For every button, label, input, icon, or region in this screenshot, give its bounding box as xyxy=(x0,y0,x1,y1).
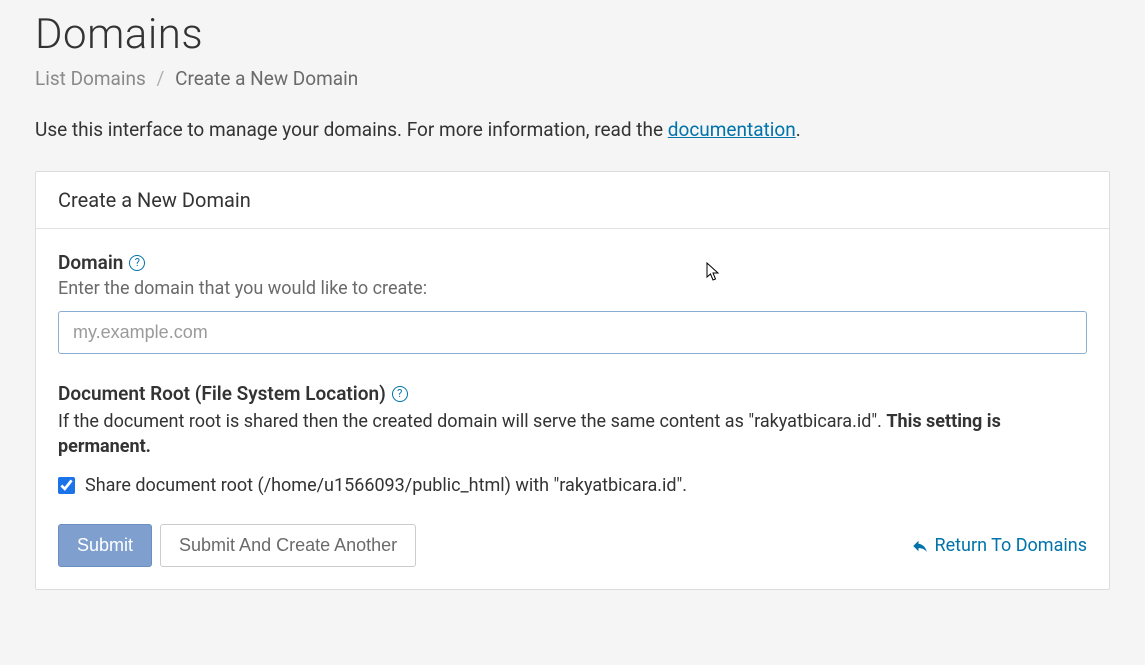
return-link-text: Return To Domains xyxy=(935,535,1087,556)
share-docroot-label: Share document root (/home/u1566093/publ… xyxy=(85,475,687,496)
domain-input[interactable] xyxy=(58,311,1087,354)
page-title: Domains xyxy=(35,10,1110,59)
panel-body: Domain ? Enter the domain that you would… xyxy=(36,229,1109,589)
docroot-hint-before: If the document root is shared then the … xyxy=(58,411,886,432)
domain-label: Domain ? xyxy=(58,251,1087,274)
breadcrumb-list-domains[interactable]: List Domains xyxy=(35,67,146,90)
create-domain-panel: Create a New Domain Domain ? Enter the d… xyxy=(35,171,1110,590)
intro-before: Use this interface to manage your domain… xyxy=(35,118,668,141)
documentation-link[interactable]: documentation xyxy=(668,118,796,141)
domain-section: Domain ? Enter the domain that you would… xyxy=(58,251,1087,354)
help-icon[interactable]: ? xyxy=(129,255,145,271)
intro-text: Use this interface to manage your domain… xyxy=(35,118,1110,141)
submit-another-button[interactable]: Submit And Create Another xyxy=(160,524,416,567)
intro-after: . xyxy=(796,118,801,141)
reply-arrow-icon xyxy=(911,537,929,555)
breadcrumb-separator: / xyxy=(157,67,165,90)
submit-button[interactable]: Submit xyxy=(58,524,152,567)
breadcrumb: List Domains / Create a New Domain xyxy=(35,67,1110,90)
docroot-section: Document Root (File System Location) ? I… xyxy=(58,382,1087,496)
share-docroot-checkbox[interactable] xyxy=(58,477,75,494)
docroot-hint: If the document root is shared then the … xyxy=(58,409,1087,459)
return-to-domains-link[interactable]: Return To Domains xyxy=(911,535,1087,556)
breadcrumb-current: Create a New Domain xyxy=(175,67,358,90)
actions-row: Submit Submit And Create Another Return … xyxy=(58,524,1087,567)
share-docroot-row[interactable]: Share document root (/home/u1566093/publ… xyxy=(58,475,1087,496)
domain-hint: Enter the domain that you would like to … xyxy=(58,278,1087,299)
docroot-label-text: Document Root (File System Location) xyxy=(58,382,386,405)
panel-header: Create a New Domain xyxy=(36,172,1109,229)
docroot-label: Document Root (File System Location) ? xyxy=(58,382,1087,405)
help-icon[interactable]: ? xyxy=(392,386,408,402)
domain-label-text: Domain xyxy=(58,251,123,274)
